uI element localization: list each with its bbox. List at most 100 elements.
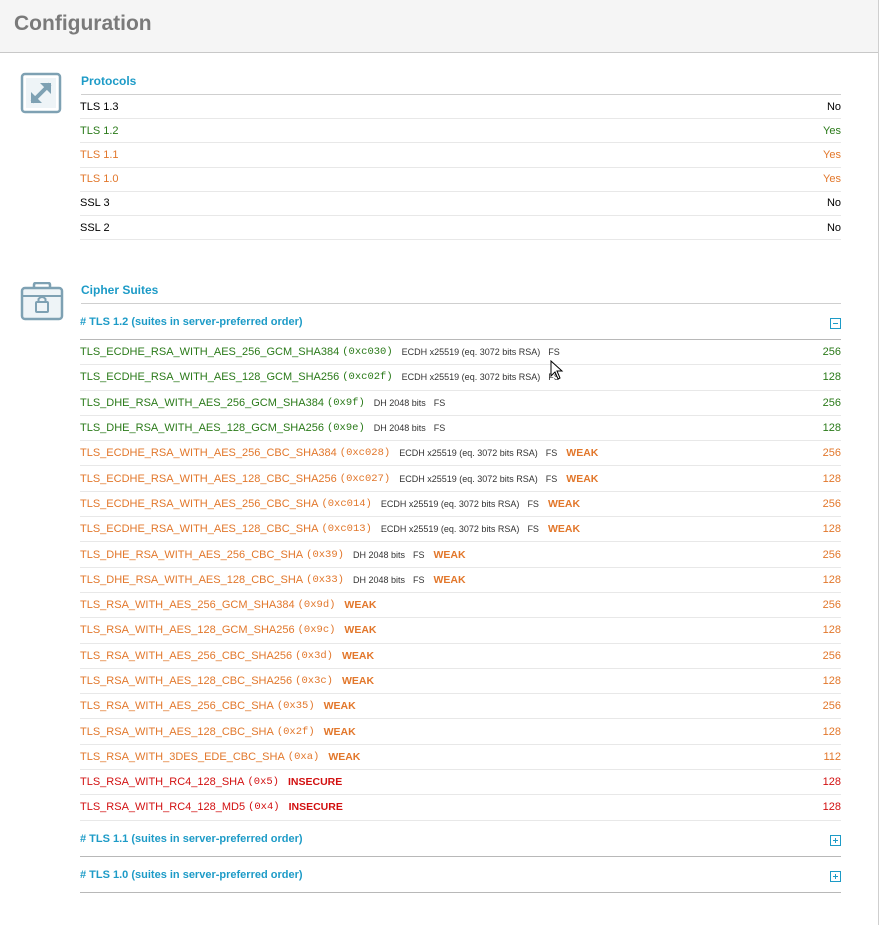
cipher-suite-name: TLS_DHE_RSA_WITH_AES_256_GCM_SHA384 bbox=[80, 396, 324, 409]
cipher-suite-row: TLS_RSA_WITH_AES_128_CBC_SHA (0x2f) WEAK 12… bbox=[80, 719, 841, 745]
forward-secrecy-label: FS bbox=[413, 549, 425, 560]
protocol-support-value: No bbox=[826, 100, 841, 113]
key-bits: 256 bbox=[822, 700, 841, 713]
key-exchange-info: DH 2048 bits bbox=[352, 574, 405, 585]
cipher-suite-row: TLS_RSA_WITH_AES_256_CBC_SHA (0x35) WEAK 25… bbox=[80, 694, 841, 720]
protocol-support-value: No bbox=[826, 197, 841, 210]
cipher-suite-row: TLS_ECDHE_RSA_WITH_AES_128_CBC_SHA256 (0x… bbox=[80, 466, 841, 492]
cipher-suite-name: TLS_RSA_WITH_3DES_EDE_CBC_SHA bbox=[80, 750, 285, 763]
cipher-suite-name: TLS_RSA_WITH_AES_128_CBC_SHA256 bbox=[80, 675, 293, 687]
cipher-suite-name: TLS_RSA_WITH_AES_128_CBC_SHA bbox=[80, 725, 274, 738]
key-bits: 128 bbox=[822, 422, 841, 435]
cipher-suite-row: TLS_DHE_RSA_WITH_AES_256_GCM_SHA384 (0x9f… bbox=[80, 391, 841, 416]
security-flag: WEAK bbox=[323, 700, 356, 713]
cipher-suite-code: (0xc013) bbox=[321, 523, 372, 536]
key-bits: 128 bbox=[822, 776, 841, 789]
protocol-name: TLS 1.1 bbox=[80, 148, 119, 161]
key-bits: 128 bbox=[822, 523, 841, 536]
forward-secrecy-label: FS bbox=[527, 524, 539, 535]
configuration-panel: Configuration Protocols TLS 1.3 No TLS 1.2… bbox=[0, 0, 879, 925]
key-bits: 256 bbox=[822, 599, 841, 612]
cipher-suite-code: (0x39) bbox=[306, 548, 344, 561]
key-exchange-info: DH 2048 bits bbox=[373, 397, 426, 408]
security-flag: WEAK bbox=[433, 573, 466, 586]
protocol-row: TLS 1.2 Yes bbox=[80, 119, 841, 144]
key-bits: 128 bbox=[822, 371, 841, 384]
protocol-list: TLS 1.3 No TLS 1.2 Yes TLS 1.1 Yes TLS 1.0 Yes S… bbox=[80, 95, 841, 241]
cipher-suite-row: TLS_RSA_WITH_3DES_EDE_CBC_SHA (0xa) WEAK 11… bbox=[80, 745, 841, 771]
cipher-suite-code: (0x9c) bbox=[297, 624, 336, 637]
cipher-suite-code: (0x9f) bbox=[326, 396, 365, 409]
cipher-suite-name: TLS_ECDHE_RSA_WITH_AES_128_CBC_SHA bbox=[80, 523, 319, 536]
cipher-suite-name: TLS_DHE_RSA_WITH_AES_128_CBC_SHA bbox=[80, 573, 304, 586]
cipher-suite-name: TLS_DHE_RSA_WITH_AES_256_CBC_SHA bbox=[80, 548, 304, 561]
tls11-group-label: # TLS 1.1 (suites in server-preferred or… bbox=[80, 833, 303, 845]
cipher-suite-row: TLS_ECDHE_RSA_WITH_AES_256_CBC_SHA (0xc01… bbox=[80, 492, 841, 518]
security-flag: WEAK bbox=[323, 725, 356, 738]
forward-secrecy-label: FS bbox=[545, 448, 558, 459]
protocol-support-value: No bbox=[826, 221, 841, 234]
cipher-suite-code: (0xc027) bbox=[339, 472, 391, 485]
collapse-minus-icon[interactable] bbox=[830, 318, 841, 329]
lock-box-icon bbox=[20, 281, 64, 324]
protocol-row: SSL 2 No bbox=[80, 216, 841, 241]
security-flag: WEAK bbox=[341, 675, 375, 687]
cipher-suite-name: TLS_RSA_WITH_AES_128_GCM_SHA256 bbox=[80, 624, 295, 637]
key-bits: 256 bbox=[822, 447, 841, 460]
key-bits: 128 bbox=[822, 624, 841, 637]
security-flag: INSECURE bbox=[288, 801, 343, 814]
cipher-suite-name: TLS_DHE_RSA_WITH_AES_128_GCM_SHA256 bbox=[80, 422, 324, 435]
key-bits: 112 bbox=[823, 750, 841, 763]
security-flag: WEAK bbox=[433, 548, 466, 561]
forward-secrecy-label: FS bbox=[433, 423, 446, 434]
protocols-title: Protocols bbox=[81, 74, 841, 95]
mouse-cursor-icon bbox=[550, 359, 564, 385]
forward-secrecy-label: FS bbox=[548, 347, 560, 358]
cipher-suite-code: (0x9d) bbox=[297, 599, 336, 612]
security-flag: WEAK bbox=[566, 472, 599, 485]
protocol-row: SSL 3 No bbox=[80, 192, 841, 216]
cipher-suite-row: TLS_ECDHE_RSA_WITH_AES_256_CBC_SHA384 (0x… bbox=[80, 441, 841, 467]
cipher-suite-row: TLS_DHE_RSA_WITH_AES_128_CBC_SHA (0x33) DH… bbox=[80, 568, 841, 593]
cipher-suite-row: TLS_RSA_WITH_RC4_128_MD5 (0x4) INSECURE 128 bbox=[80, 795, 841, 821]
expand-plus-icon[interactable] bbox=[830, 871, 841, 882]
cipher-suite-code: (0xa) bbox=[287, 750, 320, 763]
key-bits: 256 bbox=[822, 649, 841, 662]
protocol-row: TLS 1.3 No bbox=[80, 95, 841, 120]
security-flag: INSECURE bbox=[287, 776, 343, 789]
cipher-suite-code: (0x5) bbox=[247, 776, 279, 789]
cipher-suite-code: (0x4) bbox=[248, 801, 280, 814]
key-bits: 128 bbox=[822, 725, 841, 738]
tls12-group-header[interactable]: # TLS 1.2 (suites in server-preferred or… bbox=[80, 304, 841, 340]
expand-arrows-icon bbox=[20, 72, 62, 114]
key-exchange-info: ECDH x25519 (eq. 3072 bits RSA) bbox=[399, 473, 538, 484]
key-bits: 128 bbox=[822, 675, 841, 687]
tls10-group-header[interactable]: # TLS 1.0 (suites in server-preferred or… bbox=[80, 857, 841, 893]
protocol-row: TLS 1.0 Yes bbox=[80, 168, 841, 192]
cipher-suite-row: TLS_RSA_WITH_RC4_128_SHA (0x5) INSECURE 128 bbox=[80, 770, 841, 796]
tls10-group-label: # TLS 1.0 (suites in server-preferred or… bbox=[80, 869, 303, 881]
key-exchange-info: ECDH x25519 (eq. 3072 bits RSA) bbox=[380, 524, 520, 535]
cipher-suite-row: TLS_RSA_WITH_AES_256_CBC_SHA256 (0x3d) WEA… bbox=[80, 644, 841, 669]
cipher-suite-code: (0x33) bbox=[306, 573, 344, 586]
cipher-suite-row: TLS_DHE_RSA_WITH_AES_128_GCM_SHA256 (0x9e… bbox=[80, 416, 841, 442]
tls11-group-header[interactable]: # TLS 1.1 (suites in server-preferred or… bbox=[80, 821, 841, 857]
cipher-suite-code: (0x2f) bbox=[276, 725, 315, 738]
key-bits: 128 bbox=[822, 801, 841, 814]
cipher-suite-name: TLS_RSA_WITH_AES_256_CBC_SHA bbox=[80, 700, 274, 713]
cipher-suite-row: TLS_ECDHE_RSA_WITH_AES_128_CBC_SHA (0xc01… bbox=[80, 517, 841, 543]
cipher-suite-name: TLS_ECDHE_RSA_WITH_AES_256_GCM_SHA384 bbox=[80, 346, 340, 359]
tls12-group-label: # TLS 1.2 (suites in server-preferred or… bbox=[80, 316, 303, 328]
cipher-suite-code: (0x3d) bbox=[295, 649, 333, 662]
security-flag: WEAK bbox=[547, 523, 581, 536]
panel-header: Configuration bbox=[0, 0, 878, 53]
page-title: Configuration bbox=[14, 12, 152, 35]
key-bits: 256 bbox=[822, 396, 841, 409]
security-flag: WEAK bbox=[328, 750, 361, 763]
cipher-suite-code: (0xc028) bbox=[339, 447, 391, 460]
cipher-suite-name: TLS_ECDHE_RSA_WITH_AES_256_CBC_SHA384 bbox=[80, 447, 337, 460]
key-exchange-info: ECDH x25519 (eq. 3072 bits RSA) bbox=[401, 372, 541, 383]
cipher-suite-name: TLS_ECDHE_RSA_WITH_AES_128_GCM_SHA256 bbox=[80, 371, 340, 384]
key-exchange-info: ECDH x25519 (eq. 3072 bits RSA) bbox=[380, 498, 520, 509]
expand-plus-icon[interactable] bbox=[830, 835, 841, 846]
